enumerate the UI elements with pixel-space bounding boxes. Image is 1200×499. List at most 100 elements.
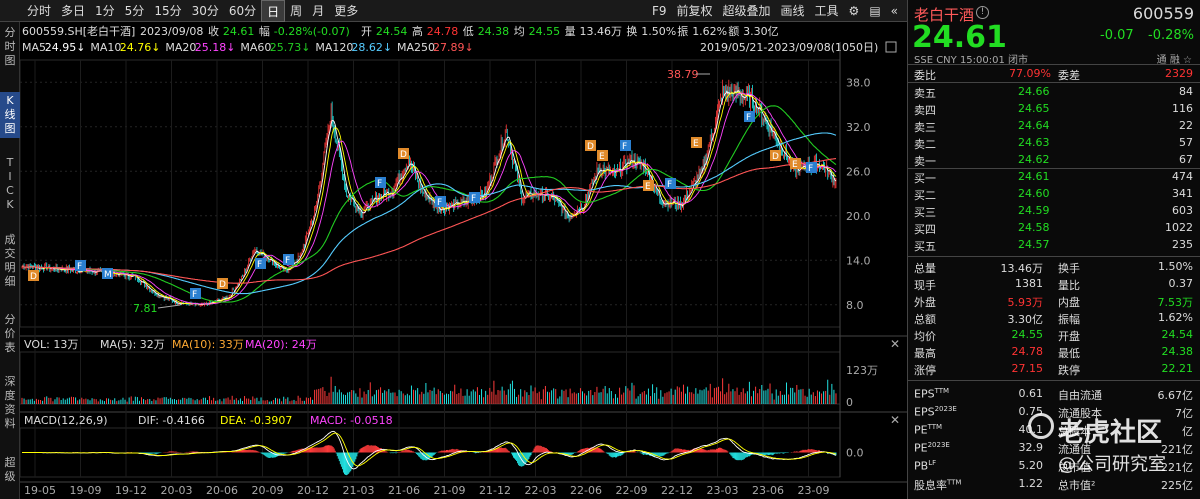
close-panel-icon[interactable]: ✕: [890, 337, 900, 351]
period-tab[interactable]: 周: [285, 0, 307, 22]
event-marker-label: M: [104, 270, 112, 280]
period-tab[interactable]: 15分: [149, 0, 186, 22]
ma-value: 25.18↓: [195, 41, 236, 54]
sidebar-tab[interactable]: 深 度 资 料: [0, 373, 20, 433]
settings-icon[interactable]: [885, 41, 897, 53]
row-label: EPS2023E: [914, 405, 957, 419]
info-text: 24.55: [529, 25, 561, 38]
ask-row: 卖五 24.66 84: [908, 84, 1200, 100]
x-tick: 21-12: [479, 484, 511, 497]
row-label: 振幅: [1058, 313, 1080, 326]
event-marker-label: D: [30, 272, 37, 282]
period-tab[interactable]: 30分: [187, 0, 224, 22]
info-text: 低: [463, 25, 474, 38]
watermark-text: @公司研究室: [1058, 454, 1166, 475]
event-marker-label: F: [622, 142, 627, 152]
ma-line: [21, 132, 837, 295]
high-annotation: 38.79: [667, 68, 699, 81]
info-text: 量: [565, 25, 576, 38]
row-value: 亿: [1182, 425, 1193, 438]
fundamental-row: 股息率TTM 1.22 总市值² 225亿: [908, 476, 1200, 492]
period-tab[interactable]: 月: [307, 0, 329, 22]
period-tab[interactable]: 5分: [120, 0, 150, 22]
row-label: 换手: [1058, 262, 1080, 275]
row-value: 5.20: [1018, 459, 1044, 472]
fund-label: 股息率: [914, 479, 947, 492]
macd-tick: 0.0: [846, 447, 864, 460]
ma-label: MA20: [165, 41, 196, 54]
bid-volume: 603: [1172, 204, 1193, 217]
sidebar-tab[interactable]: 分 时 图: [0, 24, 20, 70]
macd-legend: DIF: -0.4166: [138, 414, 205, 427]
watermark-text: 老虎社区: [1058, 418, 1163, 448]
ask-volume: 22: [1179, 119, 1193, 132]
event-marker-label: F: [285, 256, 290, 266]
macd-bars: [33, 444, 837, 476]
vol-tick: 123万: [846, 364, 878, 377]
period-tab[interactable]: 分时: [22, 0, 56, 22]
ma-label: MA10: [90, 41, 121, 54]
bid-price: 24.59: [1018, 204, 1050, 217]
price-change-pct: -0.28%: [1148, 28, 1194, 43]
period-tab[interactable]: 日: [261, 0, 286, 22]
x-tick: 21-06: [388, 484, 420, 497]
sidebar-tab[interactable]: 成 交 明 细: [0, 231, 20, 291]
period-tab[interactable]: 多日: [56, 0, 90, 22]
sidebar-tab[interactable]: K 线 图: [0, 92, 20, 138]
bid-row: 买三 24.59 603: [908, 203, 1200, 219]
row-label: PETTM: [914, 423, 942, 437]
info-text: 换: [626, 24, 637, 38]
stat-row: 现手 1381 量比 0.37: [908, 276, 1200, 292]
vol-tick: 0: [846, 396, 853, 409]
stat-row: 总量 13.46万 换手 1.50%: [908, 259, 1200, 275]
row-value: 32.9: [1018, 441, 1044, 454]
period-tab[interactable]: 更多: [329, 0, 363, 22]
ask-row: 卖四 24.65 116: [908, 101, 1200, 117]
book-icon[interactable]: ▤: [864, 0, 885, 22]
bid-price: 24.60: [1018, 187, 1050, 200]
x-tick: 20-12: [297, 484, 329, 497]
row-value: 1.50%: [1158, 260, 1193, 273]
row-label: 均价: [914, 330, 936, 343]
toolbar-item[interactable]: 画线: [776, 0, 810, 22]
stat-row: 涨停 27.15 跌停 22.21: [908, 361, 1200, 377]
row-value: 0.37: [1168, 277, 1194, 290]
fund-suffix: TTM: [934, 387, 950, 395]
fund-label: EPS: [914, 405, 935, 419]
x-tick: 22-12: [661, 484, 693, 497]
row-label: 总额: [914, 313, 936, 326]
toolbar-item[interactable]: 工具: [810, 0, 844, 22]
row-label: EPSTTM: [914, 387, 949, 401]
info-text: 高: [412, 24, 423, 38]
last-price: 24.61: [912, 20, 1007, 55]
close-panel-icon[interactable]: ✕: [890, 413, 900, 427]
bid-price: 24.61: [1018, 170, 1050, 183]
sidebar-tab[interactable]: T I C K: [0, 154, 20, 214]
info-text: 24.78: [427, 25, 459, 38]
kline-svg[interactable]: 600559.SH[老白干酒] 2023/09/08 收 24.61 幅 -0.28%(-…: [19, 22, 907, 499]
info-text: 均: [514, 25, 525, 38]
divider: [908, 82, 1200, 83]
bid-price: 24.58: [1018, 221, 1050, 234]
toolbar-item[interactable]: 超级叠加: [718, 0, 776, 22]
chart-area: 600559.SH[老白干酒] 2023/09/08 收 24.61 幅 -0.28%(-…: [19, 22, 907, 499]
tiger-logo-icon: [1028, 413, 1054, 439]
row-label: 开盘: [1058, 330, 1080, 343]
info-icon[interactable]: !: [976, 6, 989, 19]
row-value: 22.21: [1161, 362, 1194, 375]
period-tab[interactable]: 1分: [90, 0, 120, 22]
period-tab[interactable]: 60分: [224, 0, 261, 22]
ask-volume: 84: [1179, 85, 1193, 98]
ask-price: 24.62: [1018, 153, 1050, 166]
macd-legend: MACD: -0.0518: [310, 414, 393, 427]
sidebar-tab[interactable]: 超 级: [0, 454, 20, 486]
toolbar-item[interactable]: F9: [647, 0, 672, 22]
x-tick: 20-09: [252, 484, 284, 497]
gear-icon[interactable]: ⚙: [844, 0, 865, 22]
event-marker-label: F: [808, 164, 813, 174]
event-marker-label: F: [192, 290, 197, 300]
toolbar-item[interactable]: 前复权: [671, 0, 717, 22]
row-label: 总市值²: [1058, 479, 1096, 492]
collapse-left-icon[interactable]: «: [886, 0, 903, 22]
sidebar-tab[interactable]: 分 价 表: [0, 311, 20, 357]
